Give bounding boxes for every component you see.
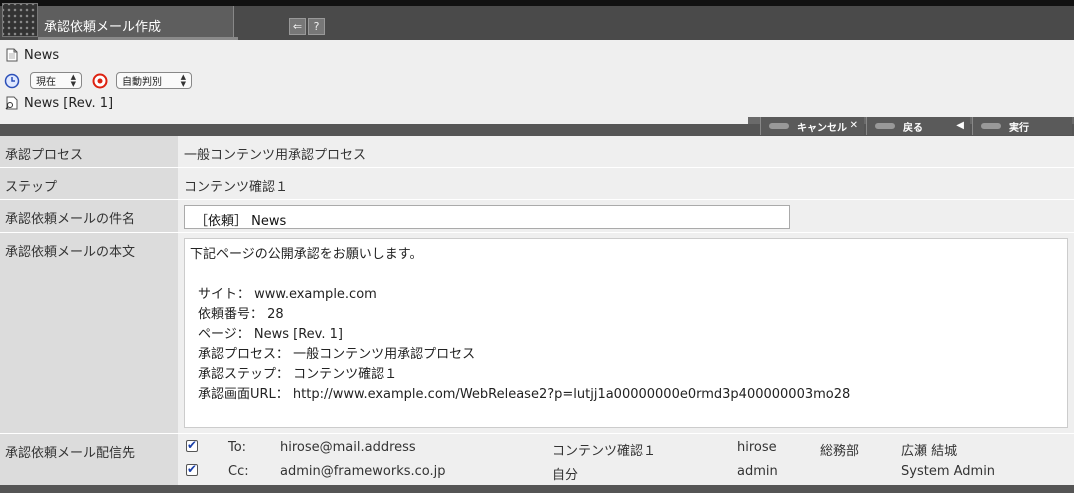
- execute-label: 実行: [1009, 122, 1029, 134]
- process-label: 承認プロセス: [0, 136, 178, 167]
- recipient-type: Cc:: [228, 464, 249, 479]
- mode-select[interactable]: 自動判別 ▲ ▼: [116, 72, 192, 89]
- body-line: 承認画面URL： http://www.example.com/WebRelea…: [198, 387, 851, 402]
- recipient-checkbox[interactable]: [186, 438, 198, 452]
- recipient-row: Cc: admin@frameworks.co.jp 自分 admin Syst…: [184, 461, 1064, 483]
- step-row: ステップ コンテンツ確認１: [0, 168, 1074, 200]
- document-search-icon: [5, 96, 18, 110]
- recipient-name: 広瀬 結城: [901, 444, 958, 459]
- body-line: サイト： www.example.com: [198, 287, 377, 302]
- time-select[interactable]: 現在 ▲ ▼: [30, 72, 82, 89]
- recipient-step: コンテンツ確認１: [552, 444, 657, 459]
- recipient-checkbox[interactable]: [186, 462, 198, 476]
- body-line: 承認ステップ： コンテンツ確認１: [198, 367, 398, 382]
- help-icon[interactable]: ?: [308, 18, 325, 35]
- recipient-type: To:: [228, 440, 247, 455]
- body-textarea[interactable]: 下記ページの公開承認をお願いします。 サイト： www.example.com …: [184, 238, 1068, 428]
- step-label: ステップ: [0, 168, 178, 199]
- clock-icon: [4, 73, 20, 88]
- button-knob-icon: [875, 123, 895, 129]
- title-bar: 承認依頼メール作成 ⇐ ?: [0, 0, 1074, 40]
- process-value: 一般コンテンツ用承認プロセス: [178, 136, 1074, 167]
- page-info: News 現在 ▲ ▼ 自動判別 ▲ ▼ News [Rev. 1]: [0, 40, 1074, 124]
- recipient-step: 自分: [552, 468, 579, 483]
- select-arrows-icon: ▲ ▼: [180, 72, 186, 88]
- document-icon: [6, 48, 18, 62]
- body-row: 承認依頼メールの本文 下記ページの公開承認をお願いします。 サイト： www.e…: [0, 233, 1074, 434]
- cancel-button[interactable]: キャンセル ✕: [760, 117, 864, 135]
- body-line: [190, 265, 1062, 285]
- page-name-row: News: [4, 47, 59, 63]
- revision-row: News [Rev. 1]: [4, 95, 113, 111]
- bottom-bar: [0, 485, 1074, 493]
- window-tab: 承認依頼メール作成: [38, 6, 234, 39]
- select-arrows-icon: ▲ ▼: [70, 72, 76, 88]
- body-line: 依頼番号： 28: [198, 307, 284, 322]
- subject-row: 承認依頼メールの件名 ［依頼］ News: [0, 200, 1074, 233]
- subject-label: 承認依頼メールの件名: [0, 200, 178, 232]
- body-line: 下記ページの公開承認をお願いします。: [190, 247, 423, 262]
- target-icon: [92, 73, 108, 88]
- back-arrow-icon: ◀: [956, 120, 964, 131]
- recipient-user: admin: [737, 464, 778, 479]
- body-line: ページ： News [Rev. 1]: [198, 327, 343, 342]
- window-title: 承認依頼メール作成: [44, 20, 162, 35]
- recipient-user: hirose: [737, 440, 777, 455]
- app-menu-icon[interactable]: [2, 3, 38, 37]
- recipient-name: System Admin: [901, 464, 996, 479]
- back-button[interactable]: 戻る ◀: [866, 117, 970, 135]
- recipient-email: admin@frameworks.co.jp: [280, 464, 446, 479]
- body-line: 承認プロセス： 一般コンテンツ用承認プロセス: [198, 347, 476, 362]
- body-label: 承認依頼メールの本文: [0, 233, 178, 433]
- recipients-label: 承認依頼メール配信先: [0, 434, 178, 485]
- button-knob-icon: [769, 123, 789, 129]
- recipient-dept: 総務部: [820, 444, 860, 459]
- back-label: 戻る: [903, 122, 923, 134]
- step-value: コンテンツ確認１: [178, 168, 1074, 199]
- page-name: News: [24, 47, 60, 63]
- recipient-row: To: hirose@mail.address コンテンツ確認１ hirose …: [184, 437, 1064, 459]
- time-mode-row: 現在 ▲ ▼ 自動判別 ▲ ▼: [4, 72, 198, 89]
- process-row: 承認プロセス 一般コンテンツ用承認プロセス: [0, 136, 1074, 168]
- mode-select-value: 自動判別: [122, 77, 162, 88]
- revision-label: News [Rev. 1]: [24, 95, 114, 111]
- cancel-label: キャンセル: [797, 122, 847, 134]
- time-select-value: 現在: [36, 77, 56, 88]
- action-bar: キャンセル ✕ 戻る ◀ 実行: [0, 117, 1074, 136]
- button-knob-icon: [981, 123, 1001, 129]
- close-icon: ✕: [849, 120, 858, 131]
- recipient-email: hirose@mail.address: [280, 440, 416, 455]
- execute-button[interactable]: 実行: [972, 117, 1072, 135]
- subject-input[interactable]: ［依頼］ News: [184, 205, 790, 229]
- exit-icon[interactable]: ⇐: [289, 18, 306, 35]
- recipients-row: 承認依頼メール配信先 To: hirose@mail.address コンテンツ…: [0, 434, 1074, 485]
